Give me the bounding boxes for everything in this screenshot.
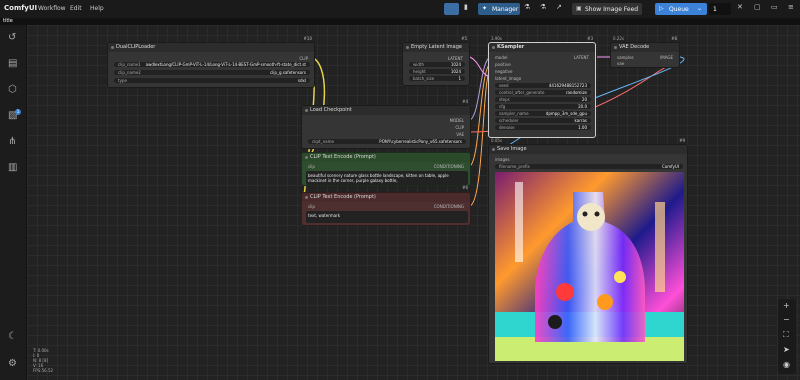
node-id: #5 xyxy=(461,36,467,41)
generated-image xyxy=(495,172,684,361)
output-latent[interactable]: LATENT xyxy=(448,56,463,61)
output-latent[interactable]: LATENT xyxy=(574,55,589,60)
positive-prompt-textarea[interactable]: beautiful scenery nature glass bottle la… xyxy=(306,171,468,185)
input-positive[interactable]: positive xyxy=(495,62,511,67)
node-header[interactable]: Save Image xyxy=(489,145,687,154)
node-clip-text-encode-negative[interactable]: CLIP Text Encode (Prompt) clip CONDITION… xyxy=(301,192,471,226)
node-clip-text-encode-positive[interactable]: #6 CLIP Text Encode (Prompt) clip CONDIT… xyxy=(301,152,471,190)
input-model[interactable]: model xyxy=(495,55,507,60)
widget-sampler-name[interactable]: sampler_name dpmpp_3m_sde_gpu xyxy=(495,111,591,116)
node-id: #9 xyxy=(679,138,685,143)
input-clip[interactable]: clip xyxy=(308,204,315,209)
node-title: VAE Decode xyxy=(619,44,650,50)
node-id: #8 xyxy=(671,36,677,41)
node-title: CLIP Text Encode (Prompt) xyxy=(310,194,376,200)
node-vae-decode[interactable]: 0.22s #8 VAE Decode samples vae IMAGE xyxy=(610,36,680,68)
select-mode-icon[interactable]: ➤ xyxy=(783,345,790,354)
node-header[interactable]: Empty Latent Image xyxy=(403,43,469,52)
hud-fps: FPS:56.52 xyxy=(33,368,54,373)
fit-view-icon[interactable]: ⛶ xyxy=(783,330,789,340)
node-title: KSampler xyxy=(497,44,525,50)
node-id: #10 xyxy=(303,36,312,41)
negative-prompt-textarea[interactable]: text, watermark xyxy=(306,211,468,223)
widget-cfg[interactable]: cfg 20.0 xyxy=(495,104,591,109)
output-conditioning[interactable]: CONDITIONING xyxy=(434,204,464,209)
widget-clip-name1[interactable]: clip_name1 awdlextLong/CLIP-GmP-ViT-L-14/… xyxy=(114,62,310,67)
node-title: Save Image xyxy=(497,146,527,152)
widget-ckpt-name[interactable]: ckpt_name PONY\cyberrealisticPony_v65.saf… xyxy=(308,139,466,144)
zoom-out-icon[interactable]: − xyxy=(783,315,790,324)
input-images[interactable]: images xyxy=(495,157,510,162)
node-save-image[interactable]: 0.05s #9 Save Image images filename_pref… xyxy=(488,138,688,364)
widget-height[interactable]: height 1024 xyxy=(409,69,465,74)
input-samples[interactable]: samples xyxy=(617,55,634,60)
node-exec-time: 3.90s xyxy=(491,36,502,41)
node-title: Load Checkpoint xyxy=(310,107,352,113)
output-image-preview[interactable] xyxy=(495,172,684,361)
node-header[interactable]: CLIP Text Encode (Prompt) xyxy=(302,153,470,162)
node-header[interactable]: CLIP Text Encode (Prompt) xyxy=(302,193,470,202)
widget-denoise[interactable]: denoise 1.00 xyxy=(495,125,591,130)
node-exec-time: 0.05s xyxy=(491,138,502,143)
widget-control-after-generate[interactable]: control_after_generate randomize xyxy=(495,90,591,95)
widget-width[interactable]: width 1024 xyxy=(409,62,465,67)
widget-clip-name2[interactable]: clip_name2 clip_g.safetensors xyxy=(114,70,310,75)
node-title: DualCLIPLoader xyxy=(116,44,156,50)
node-title: CLIP Text Encode (Prompt) xyxy=(310,154,376,160)
node-id: #4 xyxy=(462,99,468,104)
node-exec-time: 0.22s xyxy=(613,36,624,41)
node-header[interactable]: Load Checkpoint xyxy=(302,106,470,115)
node-dualcliploader[interactable]: #10 DualCLIPLoader CLIP clip_name1 awdlex… xyxy=(107,36,315,88)
eye-icon[interactable]: ◉ xyxy=(783,360,790,369)
widget-type[interactable]: type sdxl xyxy=(114,78,310,83)
widget-steps[interactable]: steps 20 xyxy=(495,97,591,102)
node-load-checkpoint[interactable]: #4 Load Checkpoint MODEL CLIP VAE ckpt_n… xyxy=(301,99,471,149)
input-latent-image[interactable]: latent_image xyxy=(495,76,521,81)
output-image[interactable]: IMAGE xyxy=(660,55,673,60)
output-vae[interactable]: VAE xyxy=(456,132,464,137)
input-vae[interactable]: vae xyxy=(617,61,624,66)
node-id: #6 xyxy=(462,185,468,190)
node-header[interactable]: DualCLIPLoader xyxy=(108,43,314,52)
input-negative[interactable]: negative xyxy=(495,69,513,74)
output-clip[interactable]: CLIP xyxy=(299,56,308,61)
node-header[interactable]: VAE Decode xyxy=(611,43,679,52)
output-conditioning[interactable]: CONDITIONING xyxy=(434,164,464,169)
node-title: Empty Latent Image xyxy=(411,44,462,50)
node-ksampler[interactable]: 3.90s #3 KSampler model positive negativ… xyxy=(488,36,596,138)
node-id: #3 xyxy=(587,36,593,41)
widget-scheduler[interactable]: scheduler karras xyxy=(495,118,591,123)
zoom-in-icon[interactable]: + xyxy=(783,301,790,310)
canvas-tools: + − ⛶ ➤ ◉ xyxy=(778,299,796,374)
input-clip[interactable]: clip xyxy=(308,164,315,169)
node-empty-latent-image[interactable]: #5 Empty Latent Image LATENT width 1024 h… xyxy=(402,36,470,86)
widget-seed[interactable]: seed 441629488152723 xyxy=(495,83,591,88)
node-header[interactable]: KSampler xyxy=(489,43,595,52)
output-model[interactable]: MODEL xyxy=(450,118,464,123)
widget-batch-size[interactable]: batch_size 1 xyxy=(409,76,465,81)
widget-filename-prefix[interactable]: filename_prefix ComfyUI xyxy=(495,164,683,169)
output-clip[interactable]: CLIP xyxy=(455,125,464,130)
